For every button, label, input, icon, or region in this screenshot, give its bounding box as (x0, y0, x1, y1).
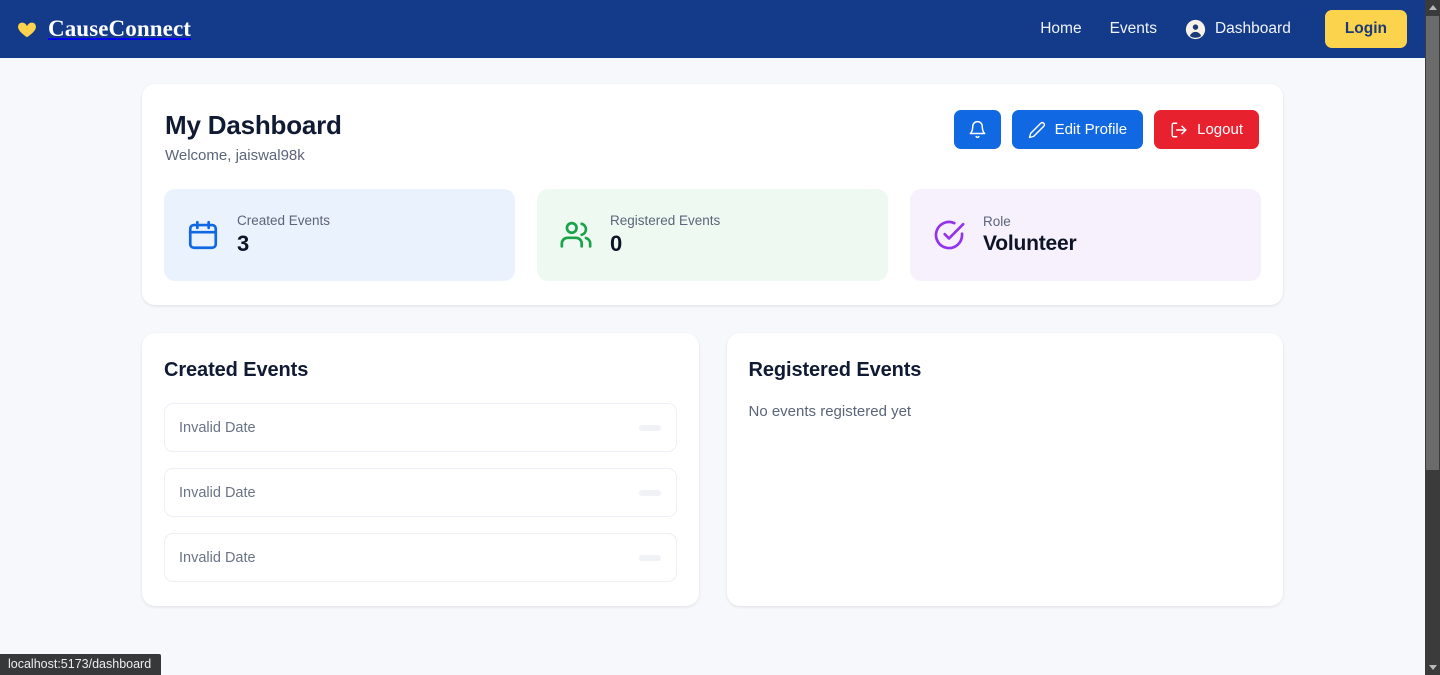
scroll-up-button[interactable] (1425, 0, 1440, 15)
edit-profile-label: Edit Profile (1054, 121, 1128, 138)
stat-card-role: Role Volunteer (910, 189, 1261, 281)
vertical-scrollbar[interactable] (1425, 0, 1440, 675)
panel-title: Registered Events (748, 359, 922, 381)
page-viewport: CauseConnect Home Events Dashboard Login… (0, 0, 1425, 675)
scrollbar-thumb[interactable] (1426, 16, 1439, 470)
dashboard-actions: Edit Profile Logout (953, 110, 1259, 149)
chevron-down-icon (1428, 665, 1437, 670)
stat-text: Created Events 3 (237, 213, 330, 257)
brand-name: CauseConnect (48, 16, 192, 41)
stat-cards: Created Events 3 Registered Events 0 Rol… (164, 189, 1261, 281)
event-date: Invalid Date (179, 484, 256, 501)
nav-link-events[interactable]: Events (1110, 20, 1157, 38)
empty-state-text: No events registered yet (748, 403, 912, 420)
event-date: Invalid Date (179, 549, 256, 566)
logout-button[interactable]: Logout (1154, 110, 1259, 149)
stat-value: Volunteer (983, 232, 1077, 255)
user-circle-icon (1185, 19, 1206, 39)
event-status-badge (638, 424, 661, 431)
registered-events-panel: Registered Events No events registered y… (726, 333, 1283, 606)
logout-label: Logout (1197, 121, 1243, 138)
stat-label: Registered Events (610, 213, 721, 228)
dashboard-panels: Created Events Invalid Date Invalid Date… (142, 333, 1283, 606)
event-date: Invalid Date (179, 419, 256, 436)
main-content: My Dashboard Welcome, jaiswal98k Edit Pr… (0, 58, 1425, 606)
nav-link-dashboard[interactable]: Dashboard (1185, 19, 1291, 40)
check-circle-icon (934, 220, 965, 250)
users-icon (560, 221, 592, 248)
created-event-row[interactable]: Invalid Date (164, 468, 677, 517)
page-title: My Dashboard (165, 110, 342, 140)
event-status-badge (638, 489, 661, 496)
stat-value: 0 (610, 231, 623, 256)
brand-logo[interactable]: CauseConnect (16, 16, 191, 42)
nav-dashboard-label: Dashboard (1214, 20, 1291, 37)
stat-card-registered-events: Registered Events 0 (537, 189, 888, 281)
event-status-badge (638, 554, 661, 561)
pencil-icon (1028, 121, 1045, 138)
stat-text: Registered Events 0 (610, 213, 720, 257)
scroll-down-button[interactable] (1425, 660, 1440, 675)
dashboard-header: My Dashboard Welcome, jaiswal98k Edit Pr… (164, 110, 1261, 164)
nav-links: Home Events Dashboard Login (1040, 10, 1407, 48)
stat-value: 3 (237, 231, 250, 256)
login-button[interactable]: Login (1324, 10, 1407, 48)
nav-link-home[interactable]: Home (1040, 20, 1081, 38)
navbar: CauseConnect Home Events Dashboard Login (0, 0, 1425, 58)
stat-label: Created Events (237, 213, 331, 228)
chevron-up-icon (1428, 5, 1437, 10)
created-events-panel: Created Events Invalid Date Invalid Date… (142, 333, 699, 606)
panel-title: Created Events (164, 359, 309, 381)
stat-label: Role (983, 214, 1011, 229)
welcome-text: Welcome, jaiswal98k (165, 147, 305, 164)
dashboard-summary-card: My Dashboard Welcome, jaiswal98k Edit Pr… (142, 84, 1283, 305)
notifications-button[interactable] (953, 110, 1001, 149)
bell-icon (969, 120, 985, 139)
edit-profile-button[interactable]: Edit Profile (1011, 110, 1144, 149)
heart-icon (18, 22, 36, 38)
stat-text: Role Volunteer (983, 214, 1077, 256)
created-event-row[interactable]: Invalid Date (164, 403, 677, 452)
calendar-icon (188, 220, 218, 250)
stat-card-created-events: Created Events 3 (164, 189, 515, 281)
dashboard-titles: My Dashboard Welcome, jaiswal98k (165, 110, 342, 164)
browser-status-bar: localhost:5173/dashboard (0, 654, 162, 675)
created-event-row[interactable]: Invalid Date (164, 533, 677, 582)
sign-out-icon (1171, 122, 1187, 137)
